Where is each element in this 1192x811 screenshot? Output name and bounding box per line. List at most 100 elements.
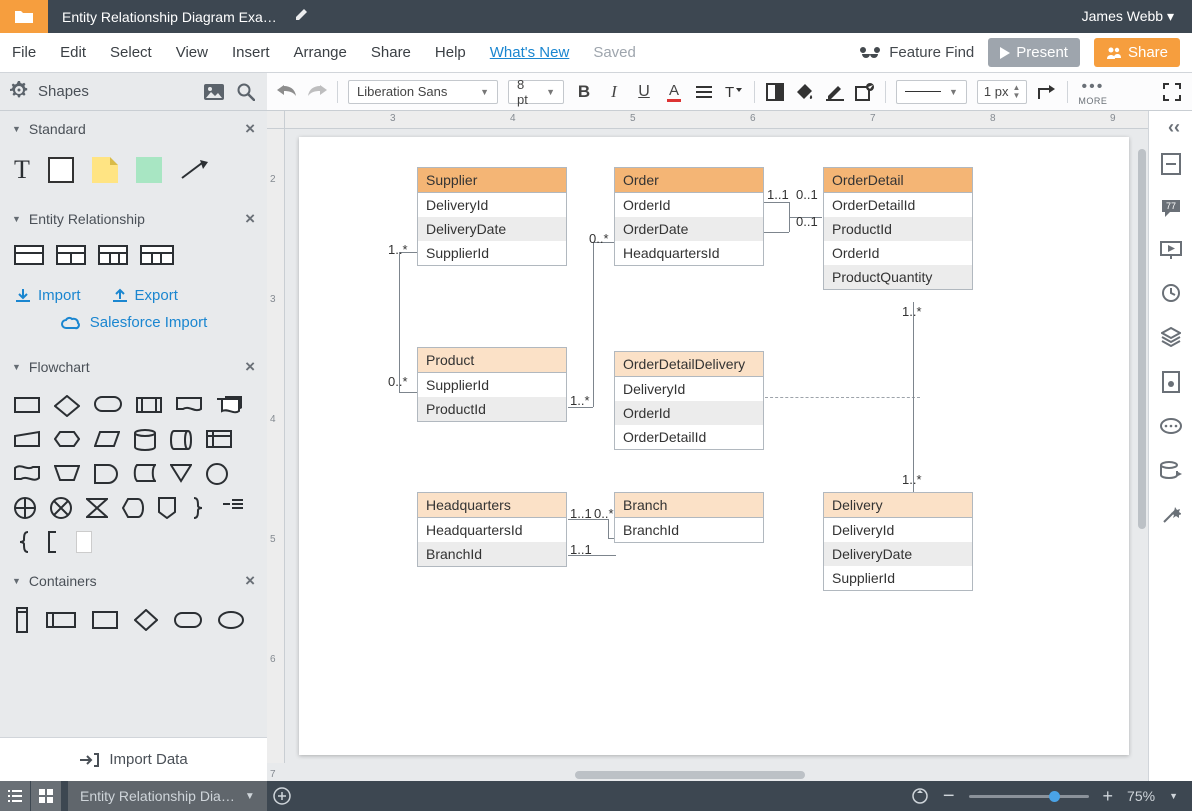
fc-brace-left[interactable] (14, 531, 32, 553)
menu-whats-new[interactable]: What's New (478, 44, 582, 61)
document-title[interactable]: Entity Relationship Diagram Exa… (48, 9, 291, 25)
block-shape[interactable] (48, 157, 74, 183)
fc-database[interactable] (134, 429, 156, 451)
menu-view[interactable]: View (164, 44, 220, 61)
container-2[interactable] (46, 612, 76, 628)
fullscreen-button[interactable] (1162, 82, 1182, 102)
dock-slides-icon[interactable] (1161, 153, 1181, 175)
line-style-select[interactable]: ▼ (896, 80, 967, 104)
page-tab[interactable]: Entity Relationship Dia… ▼ (68, 781, 267, 811)
fc-internal-storage[interactable] (206, 429, 232, 449)
close-icon[interactable]: × (245, 209, 255, 229)
dock-present-icon[interactable] (1160, 241, 1182, 259)
grid-view-icon[interactable] (31, 781, 61, 811)
category-flowchart[interactable]: ▼ Flowchart × (0, 349, 267, 385)
export-link[interactable]: Export (111, 287, 178, 304)
category-containers[interactable]: ▼ Containers × (0, 563, 267, 599)
sync-status-icon[interactable] (911, 787, 929, 805)
underline-button[interactable]: U (634, 82, 654, 102)
outline-view-icon[interactable] (0, 781, 30, 811)
fc-data[interactable] (94, 429, 120, 449)
bold-button[interactable]: B (574, 82, 594, 102)
fc-stored-data[interactable] (132, 463, 156, 483)
align-button[interactable] (694, 82, 714, 102)
import-data-button[interactable]: Import Data (0, 737, 267, 781)
container-5[interactable] (174, 611, 202, 629)
close-icon[interactable]: × (245, 571, 255, 591)
fc-delay[interactable] (94, 463, 118, 485)
collapse-dock-icon[interactable]: ‹‹ (1168, 117, 1180, 138)
dock-layers-icon[interactable] (1161, 327, 1181, 347)
entity-headquarters[interactable]: Headquarters HeadquartersId BranchId (417, 492, 567, 567)
dock-chat-icon[interactable] (1160, 417, 1182, 437)
line-options-button[interactable] (1037, 82, 1057, 102)
er-shape-2[interactable] (56, 245, 86, 265)
dock-page-settings-icon[interactable] (1162, 371, 1180, 393)
container-3[interactable] (92, 610, 118, 630)
fc-or[interactable] (14, 497, 36, 519)
text-shape[interactable]: T (14, 155, 30, 185)
fc-document[interactable] (176, 395, 202, 415)
font-size-select[interactable]: 8 pt ▼ (508, 80, 564, 104)
image-icon[interactable] (203, 81, 225, 103)
menu-arrange[interactable]: Arrange (282, 44, 359, 61)
fc-display[interactable] (122, 497, 144, 519)
entity-orderdetail[interactable]: OrderDetail OrderDetailId ProductId Orde… (823, 167, 973, 290)
fc-merge[interactable] (170, 463, 192, 483)
category-standard[interactable]: ▼ Standard × (0, 111, 267, 147)
more-button[interactable]: ••• MORE (1078, 78, 1107, 106)
text-options-button[interactable]: T (724, 82, 744, 102)
fc-collate[interactable] (86, 497, 108, 519)
page[interactable]: 1..* 0..* 1..* 0..* 1..1 0..1 0..1 1..1 … (299, 137, 1129, 755)
dock-data-icon[interactable] (1160, 461, 1182, 481)
entity-branch[interactable]: Branch BranchId (614, 492, 764, 543)
gear-icon[interactable] (10, 81, 28, 103)
fc-connector[interactable] (206, 463, 228, 485)
entity-orderdetaildelivery[interactable]: OrderDetailDelivery DeliveryId OrderId O… (614, 351, 764, 450)
fc-direct-data[interactable] (170, 429, 192, 451)
import-link[interactable]: Import (14, 287, 81, 304)
close-icon[interactable]: × (245, 119, 255, 139)
edit-title-icon[interactable] (295, 7, 309, 26)
font-select[interactable]: Liberation Sans ▼ (348, 80, 498, 104)
share-button[interactable]: Share (1094, 38, 1180, 67)
entity-delivery[interactable]: Delivery DeliveryId DeliveryDate Supplie… (823, 492, 973, 591)
present-button[interactable]: Present (988, 38, 1080, 67)
redo-button[interactable] (307, 82, 327, 101)
menu-insert[interactable]: Insert (220, 44, 282, 61)
fc-multi-document[interactable] (216, 395, 242, 417)
zoom-in-button[interactable]: + (1103, 786, 1114, 807)
canvas[interactable]: 1..* 0..* 1..* 0..* 1..1 0..1 0..1 1..1 … (285, 129, 1148, 781)
note-shape[interactable] (92, 157, 118, 183)
fc-summing[interactable] (50, 497, 72, 519)
document-icon[interactable] (0, 0, 48, 33)
feature-find[interactable]: Feature Find (859, 44, 974, 61)
hotspot-shape[interactable] (136, 157, 162, 183)
fc-predefined[interactable] (136, 395, 162, 415)
category-entity-relationship[interactable]: ▼ Entity Relationship × (0, 201, 267, 237)
fc-note[interactable] (222, 497, 244, 511)
er-shape-1[interactable] (14, 245, 44, 265)
menu-share[interactable]: Share (359, 44, 423, 61)
fc-process[interactable] (14, 395, 40, 415)
fc-terminator[interactable] (94, 395, 122, 413)
dock-comment-icon[interactable]: 77 (1161, 199, 1181, 217)
zoom-slider[interactable] (969, 795, 1089, 798)
text-color-button[interactable]: A (664, 82, 684, 102)
fill-color-button[interactable] (795, 82, 815, 102)
entity-supplier[interactable]: Supplier DeliveryId DeliveryDate Supplie… (417, 167, 567, 266)
user-menu[interactable]: James Webb ▾ (1082, 8, 1192, 25)
er-shape-3[interactable] (98, 245, 128, 265)
undo-button[interactable] (277, 82, 297, 101)
shape-options-button[interactable] (855, 82, 875, 102)
entity-order[interactable]: Order OrderId OrderDate HeadquartersId (614, 167, 764, 266)
canvas-scrollbar-v[interactable] (1138, 149, 1146, 529)
add-page-button[interactable] (267, 787, 297, 805)
fc-off-page-right[interactable] (158, 497, 176, 519)
container-4[interactable] (134, 609, 158, 631)
zoom-value[interactable]: 75% (1127, 788, 1155, 804)
menu-edit[interactable]: Edit (48, 44, 98, 61)
fc-preparation[interactable] (54, 429, 80, 449)
border-color-button[interactable] (825, 82, 845, 102)
entity-product[interactable]: Product SupplierId ProductId (417, 347, 567, 422)
